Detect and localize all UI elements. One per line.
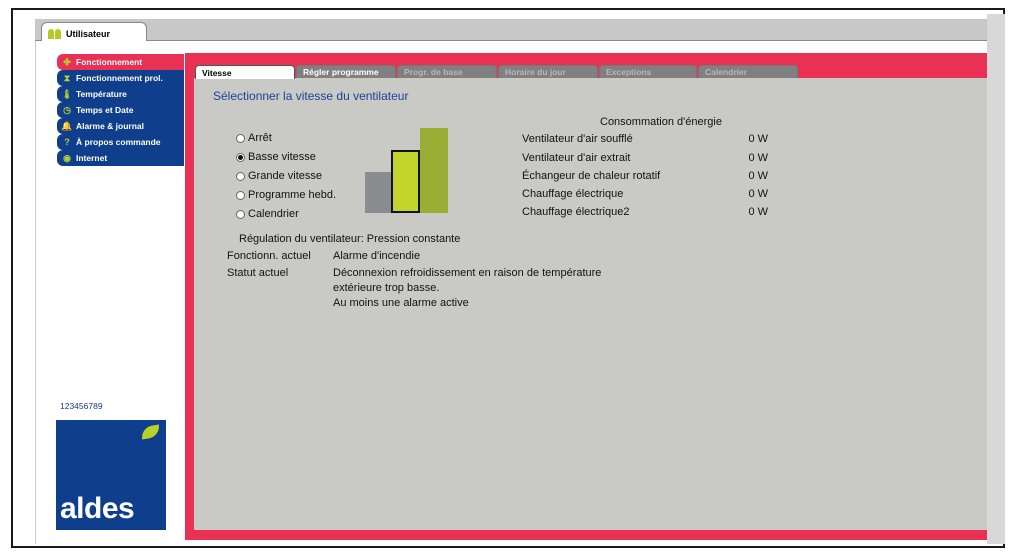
hourglass-icon: ⧗ <box>63 72 71 83</box>
sidebar-item-label: Température <box>76 89 127 99</box>
clock-icon: ◷ <box>63 104 71 115</box>
sidebar-item-label: À propos commande <box>76 137 161 147</box>
tab-label: Vitesse <box>202 67 232 78</box>
energy-value: 0 W <box>748 170 768 182</box>
energy-label: Ventilateur d'air extrait <box>522 152 631 164</box>
tab-horaire-du-jour: Horaire du jour <box>498 65 598 78</box>
radio-button[interactable] <box>236 190 245 200</box>
sidebar-item-fonctionnement[interactable]: ✤ Fonctionnement <box>57 54 184 70</box>
tab-label: Exceptions <box>606 67 652 77</box>
content-panel <box>194 78 987 530</box>
tab-label: Progr. de base <box>404 67 463 77</box>
energy-value: 0 W <box>748 133 768 145</box>
energy-label: Chauffage électrique2 <box>522 206 630 218</box>
speed-bar-high <box>420 128 448 213</box>
question-icon: ? <box>64 137 70 147</box>
current-status-label: Statut actuel <box>227 267 289 279</box>
sidebar-item-label: Internet <box>76 153 108 163</box>
users-icon <box>48 28 62 39</box>
energy-label: Ventilateur d'air soufflé <box>522 133 633 145</box>
aldes-logo: aldes <box>56 420 166 530</box>
radio-button[interactable] <box>236 152 245 162</box>
energy-value: 0 W <box>748 152 768 164</box>
tab-progr-de-base: Progr. de base <box>397 65 497 78</box>
tab-vitesse[interactable]: Vitesse <box>195 65 295 79</box>
sidebar-item-a-propos-commande[interactable]: ? À propos commande <box>57 134 184 150</box>
regulation-text: Régulation du ventilateur: Pression cons… <box>239 233 461 245</box>
radio-button[interactable] <box>236 133 245 143</box>
speed-option-programme-hebd[interactable]: Programme hebd. <box>236 189 336 201</box>
current-operation-value: Alarme d'incendie <box>333 250 421 262</box>
speed-option-basse-vitesse[interactable]: Basse vitesse <box>236 151 316 163</box>
leaf-icon <box>140 424 161 440</box>
current-operation-label: Fonctionn. actuel <box>227 250 311 262</box>
sidebar-item-label: Fonctionnement prol. <box>76 73 163 83</box>
current-status-line: Déconnexion refroidissement en raison de… <box>333 267 602 279</box>
sidebar-item-label: Fonctionnement <box>76 57 143 67</box>
current-status-line: Au moins une alarme active <box>333 297 469 309</box>
speed-option-grande-vitesse[interactable]: Grande vitesse <box>236 170 322 182</box>
user-tab[interactable]: Utilisateur <box>41 22 147 41</box>
serial-number: 123456789 <box>60 401 103 411</box>
radio-button[interactable] <box>236 209 245 219</box>
user-tab-label: Utilisateur <box>66 28 111 39</box>
speed-option-arret[interactable]: Arrêt <box>236 132 272 144</box>
speed-option-label: Arrêt <box>248 132 272 144</box>
sidebar-item-fonctionnement-prol[interactable]: ⧗ Fonctionnement prol. <box>57 70 184 86</box>
speed-option-calendrier[interactable]: Calendrier <box>236 208 299 220</box>
globe-icon: ◉ <box>63 152 71 163</box>
speed-option-label: Grande vitesse <box>248 170 322 182</box>
current-status-line: extérieure trop basse. <box>333 282 440 294</box>
speed-option-label: Calendrier <box>248 208 299 220</box>
bell-icon: 🔔 <box>61 120 73 131</box>
tab-calendrier: Calendrier <box>698 65 798 78</box>
fan-icon: ✤ <box>63 56 71 67</box>
tab-exceptions: Exceptions <box>599 65 697 78</box>
speed-bar-medium <box>391 150 420 213</box>
sidebar-item-label: Temps et Date <box>76 105 134 115</box>
sidebar-item-temperature[interactable]: 🌡 Température <box>57 86 184 102</box>
top-tab-bar <box>35 19 987 41</box>
radio-button[interactable] <box>236 171 245 181</box>
tab-label: Régler programme <box>303 67 379 77</box>
right-gutter <box>987 14 1005 544</box>
thermometer-icon: 🌡 <box>61 88 73 99</box>
sidebar-item-internet[interactable]: ◉ Internet <box>57 150 184 166</box>
tab-regler-programme[interactable]: Régler programme <box>296 65 396 78</box>
tab-label: Horaire du jour <box>505 67 566 77</box>
sidebar-item-alarme-journal[interactable]: 🔔 Alarme & journal <box>57 118 184 134</box>
energy-value: 0 W <box>748 188 768 200</box>
energy-label: Chauffage électrique <box>522 188 624 200</box>
sidebar-item-label: Alarme & journal <box>76 121 145 131</box>
tab-label: Calendrier <box>705 67 748 77</box>
speed-bar-low <box>365 172 392 213</box>
page-title: Sélectionner la vitesse du ventilateur <box>213 89 409 103</box>
speed-option-label: Basse vitesse <box>248 151 316 163</box>
logo-text: aldes <box>60 492 135 525</box>
sidebar-item-temps-et-date[interactable]: ◷ Temps et Date <box>57 102 184 118</box>
energy-label: Échangeur de chaleur rotatif <box>522 170 661 182</box>
speed-option-label: Programme hebd. <box>248 189 337 201</box>
energy-value: 0 W <box>748 206 768 218</box>
energy-title: Consommation d'énergie <box>600 116 722 128</box>
